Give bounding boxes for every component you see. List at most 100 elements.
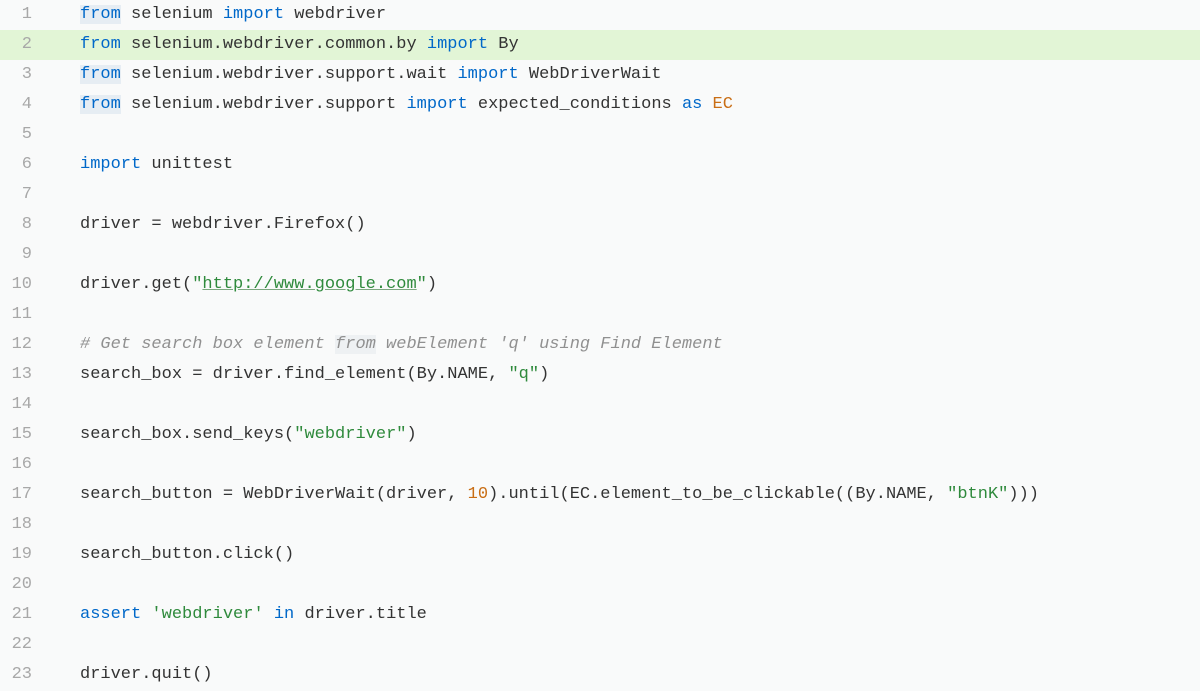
token: from xyxy=(80,5,121,24)
token: ) xyxy=(406,425,416,444)
token: 'webdriver' xyxy=(151,605,263,624)
code-line[interactable]: 9 xyxy=(0,240,1200,270)
line-number: 23 xyxy=(0,660,48,690)
token: selenium xyxy=(121,5,223,24)
line-number: 22 xyxy=(0,630,48,660)
line-number: 10 xyxy=(0,270,48,300)
code-line[interactable]: 20 xyxy=(0,570,1200,600)
code-line[interactable]: 1from selenium import webdriver xyxy=(0,0,1200,30)
code-content[interactable]: driver.quit() xyxy=(48,660,1200,690)
line-number: 13 xyxy=(0,360,48,390)
token: ) xyxy=(427,275,437,294)
token: unittest xyxy=(141,155,233,174)
code-line[interactable]: 8 driver = webdriver.Firefox() xyxy=(0,210,1200,240)
token xyxy=(702,95,712,114)
code-line[interactable]: 21assert 'webdriver' in driver.title xyxy=(0,600,1200,630)
token: ).until(EC.element_to_be_clickable((By.N… xyxy=(488,485,947,504)
token: EC xyxy=(713,95,733,114)
code-line[interactable]: 7 xyxy=(0,180,1200,210)
line-number: 17 xyxy=(0,480,48,510)
code-content[interactable]: from selenium import webdriver xyxy=(48,0,1200,30)
code-editor[interactable]: 1from selenium import webdriver2from sel… xyxy=(0,0,1200,690)
token: search_box.send_keys( xyxy=(80,425,294,444)
line-number: 21 xyxy=(0,600,48,630)
line-number: 5 xyxy=(0,120,48,150)
token: ) xyxy=(539,365,549,384)
code-content[interactable]: search_box.send_keys("webdriver") xyxy=(48,420,1200,450)
code-line[interactable]: 10driver.get("http://www.google.com") xyxy=(0,270,1200,300)
token: from xyxy=(335,335,376,354)
line-number: 15 xyxy=(0,420,48,450)
code-content[interactable]: # Get search box element from webElement… xyxy=(48,330,1200,360)
token: " xyxy=(192,275,202,294)
token: 10 xyxy=(468,485,488,504)
code-content[interactable]: from selenium.webdriver.support.wait imp… xyxy=(48,60,1200,90)
code-line[interactable]: 17search_button = WebDriverWait(driver, … xyxy=(0,480,1200,510)
token: import xyxy=(427,35,488,54)
line-number: 19 xyxy=(0,540,48,570)
code-line[interactable]: 2from selenium.webdriver.common.by impor… xyxy=(0,30,1200,60)
token: "btnK" xyxy=(947,485,1008,504)
code-content[interactable] xyxy=(48,390,1200,420)
code-content[interactable]: assert 'webdriver' in driver.title xyxy=(48,600,1200,630)
token: WebDriverWait xyxy=(519,65,662,84)
token: import xyxy=(80,155,141,174)
token: driver = webdriver.Firefox() xyxy=(80,215,366,234)
token: webElement 'q' using Find Element xyxy=(376,335,723,354)
code-content[interactable] xyxy=(48,120,1200,150)
code-line[interactable]: 14 xyxy=(0,390,1200,420)
code-content[interactable]: search_button = WebDriverWait(driver, 10… xyxy=(48,480,1200,510)
code-content[interactable] xyxy=(48,630,1200,660)
code-line[interactable]: 23driver.quit() xyxy=(0,660,1200,690)
code-line[interactable]: 22 xyxy=(0,630,1200,660)
line-number: 18 xyxy=(0,510,48,540)
token: search_button = WebDriverWait(driver, xyxy=(80,485,468,504)
line-number: 16 xyxy=(0,450,48,480)
code-line[interactable]: 3from selenium.webdriver.support.wait im… xyxy=(0,60,1200,90)
line-number: 8 xyxy=(0,210,48,240)
line-number: 7 xyxy=(0,180,48,210)
line-number: 1 xyxy=(0,0,48,30)
code-content[interactable]: search_box = driver.find_element(By.NAME… xyxy=(48,360,1200,390)
code-content[interactable]: search_button.click() xyxy=(48,540,1200,570)
token xyxy=(264,605,274,624)
token: from xyxy=(80,65,121,84)
code-content[interactable]: from selenium.webdriver.support import e… xyxy=(48,90,1200,120)
line-number: 9 xyxy=(0,240,48,270)
code-line[interactable]: 12# Get search box element from webEleme… xyxy=(0,330,1200,360)
token: # Get search box element xyxy=(80,335,335,354)
code-content[interactable] xyxy=(48,300,1200,330)
code-content[interactable] xyxy=(48,570,1200,600)
token: " xyxy=(417,275,427,294)
token: driver.get( xyxy=(80,275,192,294)
code-content[interactable] xyxy=(48,450,1200,480)
code-line[interactable]: 11 xyxy=(0,300,1200,330)
code-content[interactable]: import unittest xyxy=(48,150,1200,180)
token: ))) xyxy=(1008,485,1039,504)
line-number: 6 xyxy=(0,150,48,180)
code-content[interactable]: driver = webdriver.Firefox() xyxy=(48,210,1200,240)
token: import xyxy=(223,5,284,24)
line-number: 4 xyxy=(0,90,48,120)
code-content[interactable] xyxy=(48,510,1200,540)
token: in xyxy=(274,605,294,624)
code-content[interactable] xyxy=(48,240,1200,270)
token: selenium.webdriver.support xyxy=(121,95,407,114)
code-line[interactable]: 16 xyxy=(0,450,1200,480)
code-line[interactable]: 5 xyxy=(0,120,1200,150)
token: driver.title xyxy=(294,605,427,624)
code-content[interactable]: driver.get("http://www.google.com") xyxy=(48,270,1200,300)
token: webdriver xyxy=(284,5,386,24)
token: from xyxy=(80,35,121,54)
code-line[interactable]: 18 xyxy=(0,510,1200,540)
token: search_box = driver.find_element(By.NAME… xyxy=(80,365,508,384)
code-line[interactable]: 6import unittest xyxy=(0,150,1200,180)
token: expected_conditions xyxy=(468,95,682,114)
code-content[interactable]: from selenium.webdriver.common.by import… xyxy=(48,30,1200,60)
line-number: 3 xyxy=(0,60,48,90)
code-line[interactable]: 13 search_box = driver.find_element(By.NA… xyxy=(0,360,1200,390)
code-line[interactable]: 19search_button.click() xyxy=(0,540,1200,570)
code-content[interactable] xyxy=(48,180,1200,210)
code-line[interactable]: 4from selenium.webdriver.support import … xyxy=(0,90,1200,120)
code-line[interactable]: 15search_box.send_keys("webdriver") xyxy=(0,420,1200,450)
